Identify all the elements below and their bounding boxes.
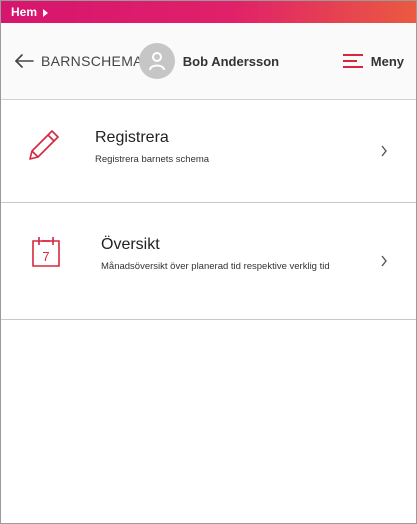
item-text: Översikt Månadsöversikt över planerad ti…	[101, 235, 330, 273]
app-frame: Hem BARNSCHEMA Bob Andersson Meny Regist…	[0, 0, 417, 524]
avatar[interactable]	[138, 43, 175, 79]
item-description: Registrera barnets schema	[95, 154, 210, 165]
chevron-right-icon	[381, 145, 387, 157]
caret-right-icon	[43, 8, 49, 17]
item-text: Registrera Registrera barnets schema	[95, 128, 209, 166]
home-link[interactable]: Hem	[11, 5, 49, 19]
back-button[interactable]: BARNSCHEMA	[15, 53, 143, 69]
item-title: Registrera	[95, 129, 169, 146]
home-label: Hem	[11, 5, 38, 19]
hamburger-icon	[342, 54, 363, 68]
page-header: BARNSCHEMA Bob Andersson Meny	[1, 23, 416, 100]
list-item-registrera[interactable]: Registrera Registrera barnets schema	[1, 100, 416, 203]
page-title: BARNSCHEMA	[41, 53, 143, 69]
arrow-left-icon	[15, 54, 34, 68]
user-icon	[148, 52, 165, 71]
calendar-icon: 7	[32, 237, 60, 267]
pencil-icon	[29, 130, 59, 160]
calendar-day: 7	[42, 249, 49, 264]
item-description: Månadsöversikt över planerad tid respekt…	[101, 261, 330, 272]
list-item-oversikt[interactable]: 7 Översikt Månadsöversikt över planerad …	[1, 203, 416, 320]
breadcrumb-bar: Hem	[1, 1, 416, 23]
user-name[interactable]: Bob Andersson	[183, 54, 279, 69]
item-title: Översikt	[101, 236, 160, 253]
menu-label: Meny	[370, 53, 404, 69]
chevron-right-icon	[381, 255, 387, 267]
menu-button[interactable]: Meny	[342, 53, 404, 69]
